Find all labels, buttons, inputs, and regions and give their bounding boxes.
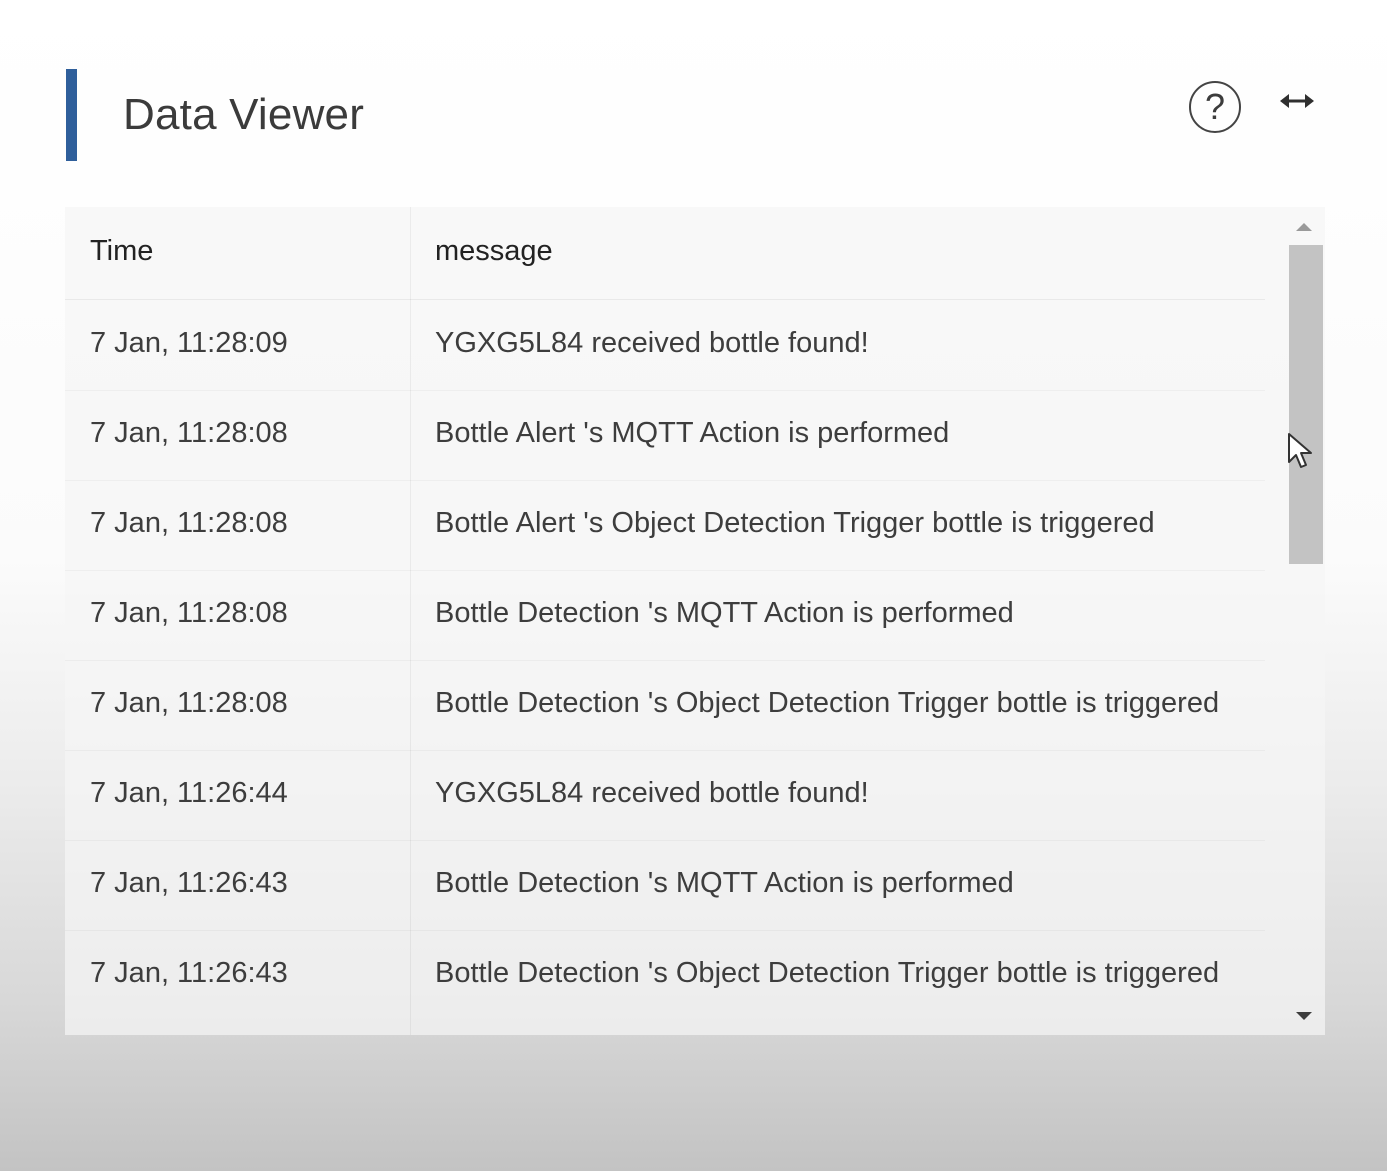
expand-button[interactable] (1278, 88, 1316, 114)
message-cell: Bottle Detection 's MQTT Action is perfo… (435, 867, 1014, 899)
message-cell: Bottle Detection 's MQTT Action is perfo… (435, 597, 1014, 629)
data-viewer-panel: Data Viewer ? Time message 7 Jan, 11:28:… (0, 0, 1387, 1171)
time-cell: 7 Jan, 11:28:08 (90, 597, 288, 629)
table-header-row: Time message (65, 207, 1265, 300)
column-header-time[interactable]: Time (90, 235, 153, 268)
time-cell: 7 Jan, 11:28:08 (90, 687, 288, 719)
time-cell: 7 Jan, 11:26:44 (90, 777, 288, 809)
message-cell: Bottle Detection 's Object Detection Tri… (435, 957, 1220, 989)
time-cell: 7 Jan, 11:26:43 (90, 957, 288, 989)
horizontal-expand-icon (1280, 94, 1314, 108)
column-header-message[interactable]: message (435, 235, 553, 268)
time-cell: 7 Jan, 11:28:08 (90, 507, 288, 539)
table-row[interactable]: 7 Jan, 11:28:08 Bottle Alert 's MQTT Act… (65, 391, 1265, 481)
scroll-track[interactable] (1287, 245, 1323, 1005)
message-cell: YGXG5L84 received bottle found! (435, 777, 869, 809)
table-body: 7 Jan, 11:28:09 YGXG5L84 received bottle… (65, 301, 1265, 1021)
message-cell: Bottle Alert 's MQTT Action is performed (435, 417, 950, 449)
message-cell: Bottle Detection 's Object Detection Tri… (435, 687, 1220, 719)
table-row[interactable]: 7 Jan, 11:28:08 Bottle Detection 's MQTT… (65, 571, 1265, 661)
message-cell: YGXG5L84 received bottle found! (435, 327, 869, 359)
mouse-pointer-icon (1288, 433, 1312, 468)
title-accent-bar (66, 69, 77, 161)
scroll-thumb[interactable] (1289, 245, 1323, 564)
question-circle-icon: ? (1204, 86, 1226, 127)
message-cell: Bottle Alert 's Object Detection Trigger… (435, 507, 1155, 539)
panel-title: Data Viewer (123, 90, 365, 139)
table-row[interactable]: 7 Jan, 11:28:08 Bottle Detection 's Obje… (65, 661, 1265, 751)
table-row[interactable]: 7 Jan, 11:26:44 YGXG5L84 received bottle… (65, 751, 1265, 841)
time-cell: 7 Jan, 11:26:43 (90, 867, 288, 899)
time-cell: 7 Jan, 11:28:09 (90, 327, 288, 359)
table-row[interactable]: 7 Jan, 11:28:08 Bottle Alert 's Object D… (65, 481, 1265, 571)
table-row[interactable]: 7 Jan, 11:26:43 Bottle Detection 's MQTT… (65, 841, 1265, 931)
time-cell: 7 Jan, 11:28:08 (90, 417, 288, 449)
scroll-up-arrow-icon[interactable] (1296, 223, 1312, 231)
vertical-scrollbar[interactable] (1285, 207, 1325, 1035)
scroll-down-arrow-icon[interactable] (1296, 1012, 1312, 1020)
data-table: Time message 7 Jan, 11:28:09 YGXG5L84 re… (65, 207, 1325, 1035)
table-row[interactable]: 7 Jan, 11:28:09 YGXG5L84 received bottle… (65, 301, 1265, 391)
help-button[interactable]: ? (1189, 81, 1241, 133)
table-row[interactable]: 7 Jan, 11:26:43 Bottle Detection 's Obje… (65, 931, 1265, 1021)
